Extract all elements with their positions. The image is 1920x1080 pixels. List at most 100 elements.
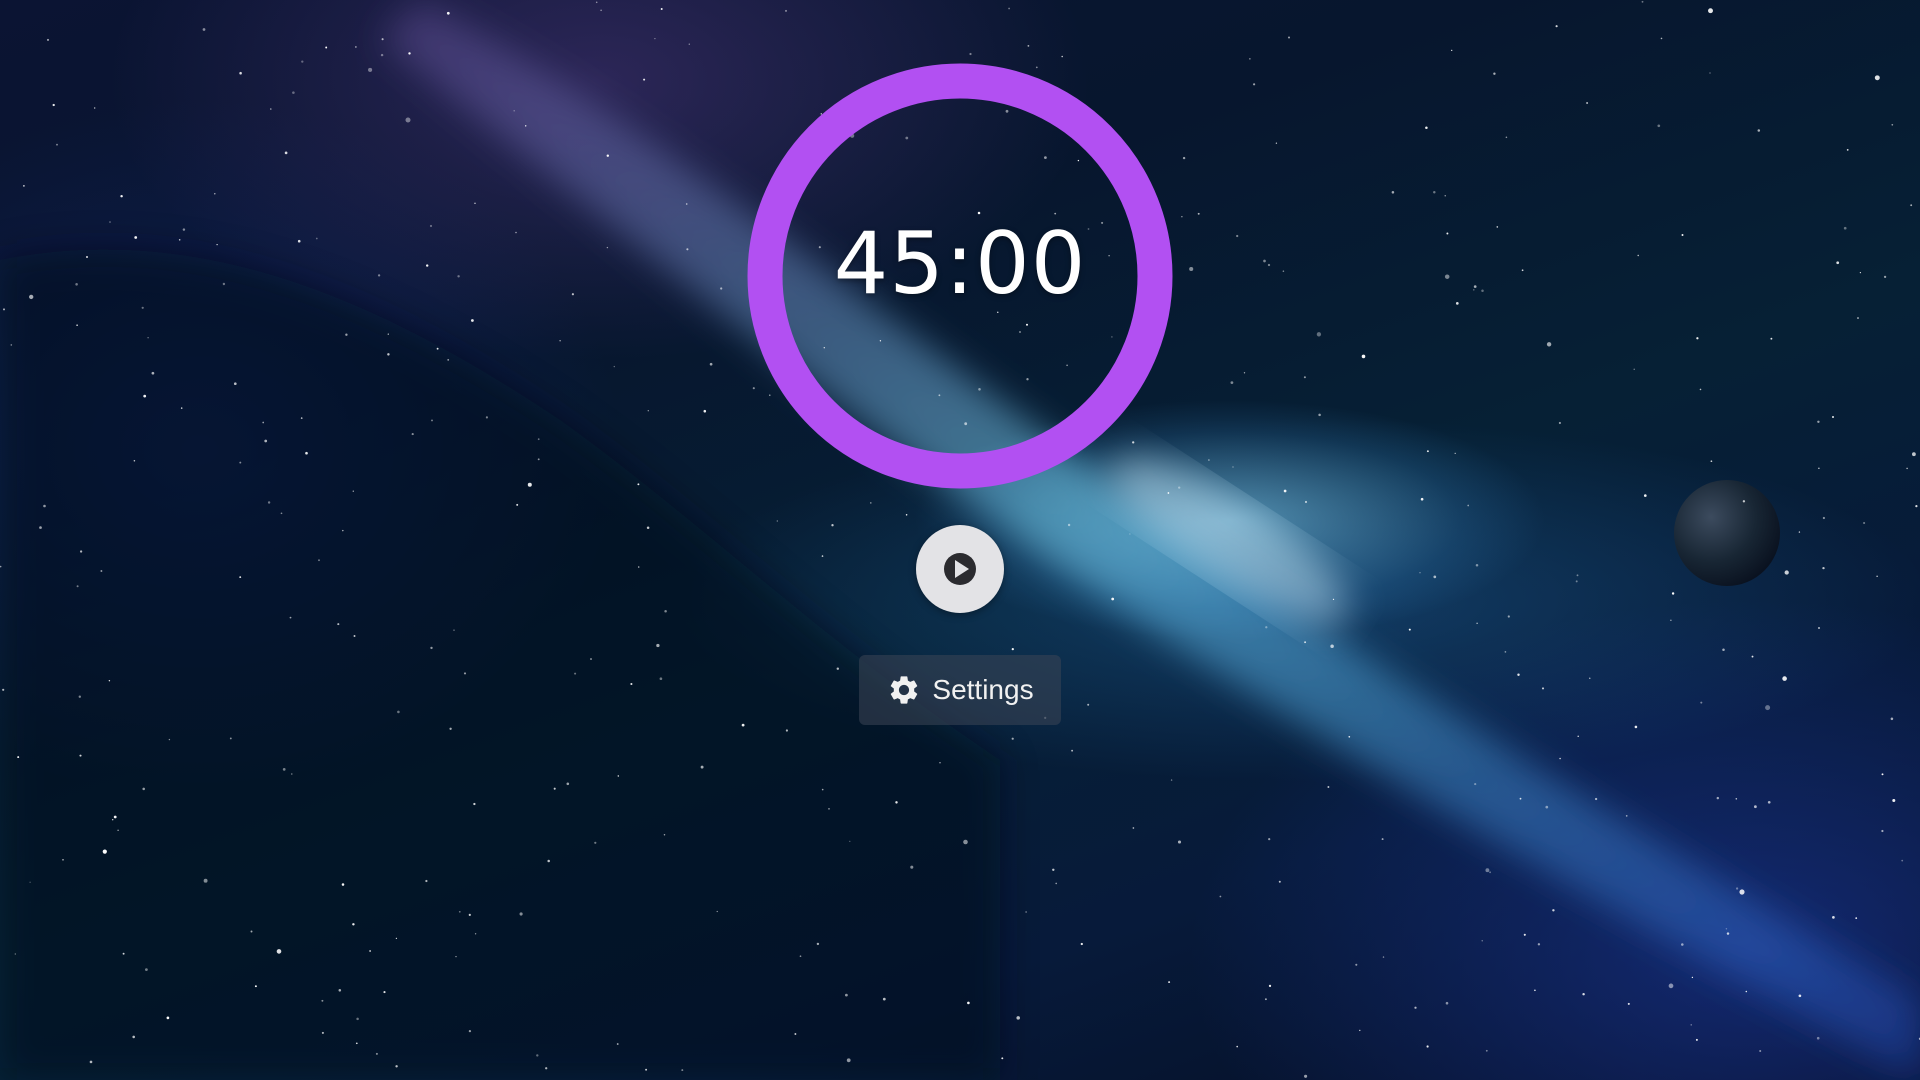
star — [284, 151, 288, 155]
star — [111, 818, 114, 821]
star — [468, 1029, 472, 1033]
star — [1355, 963, 1358, 966]
star — [1798, 994, 1802, 998]
star — [1433, 191, 1436, 194]
star — [147, 337, 149, 339]
star — [182, 228, 186, 231]
star — [1671, 592, 1675, 595]
star — [660, 8, 663, 10]
star — [1168, 981, 1171, 984]
timer-app: 45:00 Settings — [0, 0, 1920, 1080]
star — [688, 43, 690, 45]
star — [1067, 523, 1071, 527]
star — [1445, 1001, 1449, 1005]
star — [1545, 805, 1549, 809]
star — [22, 184, 25, 187]
star — [1739, 889, 1745, 895]
star — [1008, 7, 1011, 10]
star — [1892, 798, 1896, 803]
star — [1391, 191, 1395, 194]
star — [1722, 648, 1725, 651]
play-icon — [944, 553, 976, 585]
star — [46, 38, 50, 41]
star — [1252, 83, 1256, 86]
star — [1832, 416, 1834, 418]
star — [1577, 735, 1579, 738]
gear-icon — [886, 672, 922, 708]
star — [1316, 332, 1322, 337]
star — [10, 344, 13, 346]
star — [1690, 1024, 1692, 1026]
star — [109, 221, 111, 223]
star — [1275, 142, 1278, 144]
star — [1816, 1036, 1820, 1040]
star — [381, 38, 384, 41]
star — [1836, 261, 1840, 265]
star — [1754, 805, 1757, 809]
star — [141, 306, 144, 309]
star — [1451, 49, 1453, 52]
star — [1681, 234, 1684, 236]
star — [845, 993, 848, 997]
star — [1167, 492, 1170, 494]
star — [431, 419, 433, 422]
star — [716, 910, 718, 913]
star — [1467, 504, 1470, 507]
star — [368, 67, 373, 72]
play-button[interactable] — [916, 525, 1004, 613]
star — [645, 1068, 648, 1071]
star — [3, 308, 5, 311]
star — [1634, 725, 1638, 729]
star — [305, 451, 308, 455]
star — [458, 910, 461, 913]
star — [1170, 779, 1173, 781]
star — [85, 255, 89, 259]
star — [1822, 516, 1826, 520]
star — [536, 1054, 539, 1057]
star — [1264, 998, 1267, 1001]
settings-button[interactable]: Settings — [859, 655, 1061, 725]
star — [473, 802, 476, 806]
star — [375, 1052, 378, 1055]
star — [132, 1035, 135, 1039]
star — [1784, 570, 1789, 575]
star — [1832, 916, 1835, 919]
star — [321, 1031, 324, 1034]
star — [895, 801, 898, 804]
star — [1818, 467, 1820, 470]
star — [1546, 342, 1552, 347]
star — [1881, 829, 1884, 833]
star — [474, 202, 476, 204]
star — [1589, 677, 1591, 679]
star — [1481, 940, 1483, 942]
star — [377, 274, 381, 277]
star — [79, 550, 83, 553]
star — [1473, 289, 1475, 291]
star — [1915, 505, 1918, 508]
star — [606, 246, 609, 249]
star — [113, 815, 117, 819]
star — [1575, 580, 1578, 583]
star — [383, 991, 386, 994]
star — [1681, 943, 1684, 946]
star — [686, 248, 689, 251]
star — [117, 829, 119, 831]
star — [338, 989, 342, 992]
star — [254, 985, 257, 988]
star — [1751, 655, 1754, 658]
star — [1236, 234, 1239, 238]
star — [145, 968, 148, 971]
star — [1594, 797, 1598, 801]
star — [1348, 735, 1351, 738]
star — [39, 526, 42, 529]
star — [408, 52, 411, 55]
star — [426, 264, 429, 267]
star — [1481, 289, 1484, 292]
star — [1454, 452, 1456, 455]
star — [1111, 597, 1115, 601]
star — [455, 955, 457, 958]
star — [325, 46, 328, 49]
star — [524, 125, 527, 127]
star — [630, 682, 633, 686]
star — [939, 762, 941, 764]
